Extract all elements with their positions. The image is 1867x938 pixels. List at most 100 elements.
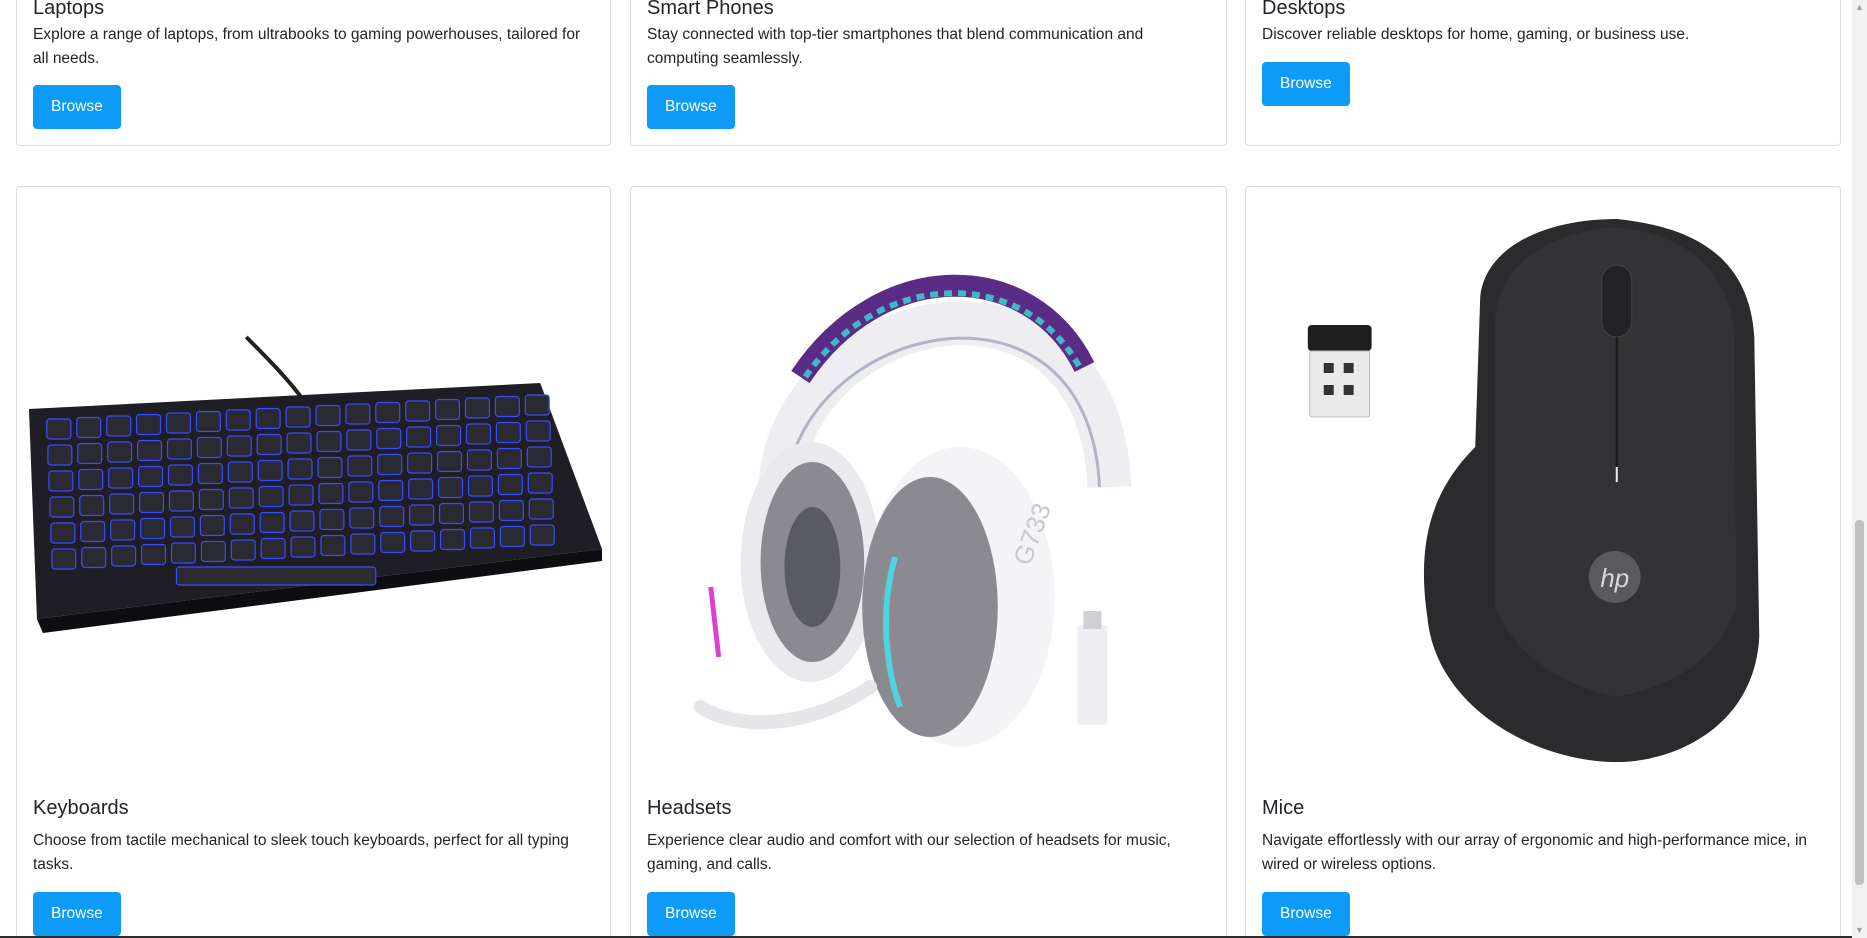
keyboard-key bbox=[140, 543, 167, 566]
keyboard-key bbox=[168, 490, 195, 512]
keyboard-key bbox=[167, 464, 194, 486]
keyboard-key bbox=[379, 505, 405, 528]
keyboard-key bbox=[228, 487, 254, 509]
keyboard-key bbox=[495, 421, 521, 444]
keyboard-key bbox=[78, 468, 104, 491]
scroll-down-icon[interactable]: ▼ bbox=[1852, 923, 1867, 938]
keyboard-key bbox=[111, 545, 137, 567]
keyboard-key bbox=[410, 530, 436, 552]
keyboard-key bbox=[255, 407, 281, 430]
browse-smart-phones-button[interactable]: Browse bbox=[647, 85, 735, 129]
card-title: Smart Phones bbox=[647, 0, 774, 19]
keyboard-key bbox=[230, 539, 256, 561]
keyboard-key bbox=[81, 546, 107, 569]
keyboard-key bbox=[408, 478, 434, 500]
keyboard-key bbox=[46, 418, 72, 440]
keyboard-key bbox=[376, 427, 402, 450]
keyboard-key bbox=[289, 510, 315, 532]
keyboard-key bbox=[195, 410, 221, 433]
keyboard-key bbox=[286, 432, 312, 454]
keyboard-key bbox=[468, 501, 494, 523]
keyboard-key bbox=[497, 473, 523, 496]
keyboard-key bbox=[258, 485, 284, 508]
keyboard-key bbox=[320, 534, 346, 557]
keyboard-key bbox=[378, 479, 404, 502]
keyboard-key bbox=[226, 435, 252, 457]
keyboard-key bbox=[439, 528, 466, 551]
keyboard-key bbox=[49, 496, 75, 518]
card-title: Laptops bbox=[33, 0, 105, 19]
keyboard-key bbox=[349, 507, 375, 529]
keyboard-key bbox=[529, 524, 555, 546]
keyboard-key bbox=[256, 433, 282, 456]
keyboard-key bbox=[287, 458, 313, 480]
card-text: Explore a range of laptops, from ultrabo… bbox=[33, 26, 581, 67]
keyboard-key bbox=[496, 447, 522, 470]
keyboard-key bbox=[260, 537, 286, 560]
keyboard-key bbox=[437, 476, 464, 499]
keyboard-key bbox=[199, 514, 225, 537]
keyboard-key bbox=[285, 406, 311, 428]
mouse-image: hp bbox=[1246, 187, 1840, 767]
keyboard-key bbox=[524, 394, 550, 416]
keyboard-key bbox=[77, 442, 103, 465]
keyboard-image bbox=[17, 187, 610, 767]
card-text: Choose from tactile mechanical to sleek … bbox=[33, 832, 569, 873]
keyboard-key bbox=[108, 467, 134, 489]
keyboard-key bbox=[110, 519, 136, 541]
card-title: Mice bbox=[1262, 797, 1305, 819]
keyboard-key bbox=[76, 416, 102, 439]
keyboard-key bbox=[229, 513, 255, 535]
keyboard-key bbox=[380, 531, 406, 554]
keyboard-key bbox=[469, 527, 495, 549]
page-viewport: Laptops Explore a range of laptops, from… bbox=[0, 0, 1852, 938]
scrollbar-thumb[interactable] bbox=[1855, 520, 1864, 885]
keyboard-key bbox=[136, 439, 163, 462]
keyboard-key bbox=[170, 542, 196, 564]
keyboard-key bbox=[319, 508, 345, 531]
keyboard-key bbox=[290, 536, 316, 558]
keyboard-key bbox=[138, 491, 165, 514]
keyboard-key bbox=[347, 455, 373, 477]
keyboard-key bbox=[106, 415, 132, 437]
browse-laptops-button[interactable]: Browse bbox=[33, 85, 121, 129]
keyboard-key bbox=[139, 517, 166, 540]
keyboard-key bbox=[166, 438, 193, 460]
keyboard-key bbox=[316, 430, 342, 453]
card-text: Experience clear audio and comfort with … bbox=[647, 832, 1171, 873]
keyboard-key bbox=[225, 409, 251, 431]
keyboard-key bbox=[406, 426, 432, 448]
keyboard-key bbox=[227, 461, 253, 483]
keyboard-key bbox=[407, 452, 433, 474]
card-headsets: G733 Headsets Experience clear audio and… bbox=[630, 186, 1227, 938]
keyboard-key bbox=[135, 413, 162, 436]
keyboard-key bbox=[498, 499, 524, 522]
keyboard-key bbox=[315, 404, 341, 427]
browse-keyboards-button[interactable]: Browse bbox=[33, 892, 121, 936]
vertical-scrollbar[interactable]: ▲ ▼ bbox=[1852, 0, 1867, 938]
keyboard-key bbox=[499, 525, 525, 548]
keyboard-key bbox=[405, 400, 431, 422]
card-text: Navigate effortlessly with our array of … bbox=[1262, 832, 1808, 873]
keyboard-key bbox=[436, 450, 463, 473]
hp-logo: hp bbox=[1600, 565, 1629, 593]
card-text: Stay connected with top-tier smartphones… bbox=[647, 26, 1144, 67]
browse-mice-button[interactable]: Browse bbox=[1262, 892, 1350, 936]
keyboard-key bbox=[348, 481, 374, 503]
browse-desktops-button[interactable]: Browse bbox=[1262, 62, 1350, 106]
keyboard-key bbox=[47, 444, 73, 466]
keyboard-key bbox=[196, 436, 222, 459]
keyboard-key bbox=[409, 504, 435, 526]
keyboard-key bbox=[198, 488, 224, 511]
scroll-up-icon[interactable]: ▲ bbox=[1852, 0, 1867, 15]
keyboard-key bbox=[345, 403, 371, 425]
keyboard-key bbox=[435, 424, 462, 447]
headset-image: G733 bbox=[631, 187, 1226, 767]
keyboard-key bbox=[48, 470, 74, 492]
keyboard-key bbox=[318, 482, 344, 505]
keyboard-key bbox=[465, 423, 492, 445]
keyboard-key bbox=[259, 511, 285, 534]
keyboard-key bbox=[109, 493, 135, 515]
browse-headsets-button[interactable]: Browse bbox=[647, 892, 735, 936]
keyboard-key bbox=[169, 516, 195, 538]
